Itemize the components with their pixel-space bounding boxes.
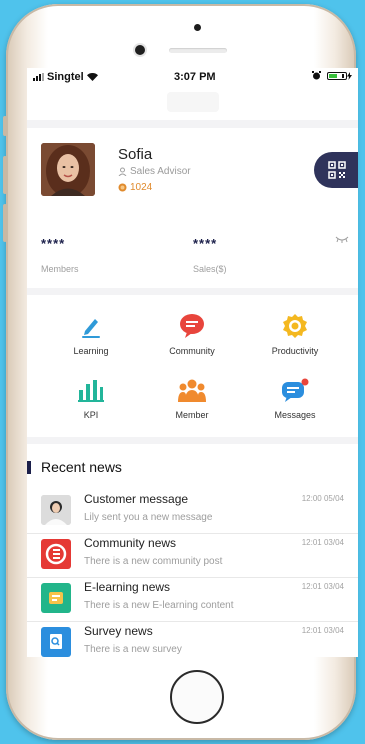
qr-code-button[interactable] bbox=[314, 152, 358, 188]
divider bbox=[27, 288, 358, 295]
volume-up-button bbox=[3, 156, 7, 194]
menu-item-messages[interactable]: Messages bbox=[245, 374, 345, 420]
pencil-icon bbox=[82, 319, 100, 338]
news-item-customer-message[interactable]: Customer message Lily sent you a new mes… bbox=[27, 489, 358, 534]
news-item-community[interactable]: Community news There is a new community … bbox=[27, 533, 358, 578]
menu-item-learning[interactable]: Learning bbox=[41, 310, 141, 356]
volume-down-button bbox=[3, 204, 7, 242]
points-value: 1024 bbox=[130, 182, 153, 193]
members-value: **** bbox=[41, 236, 66, 251]
survey-icon bbox=[41, 627, 71, 657]
news-section-title: Recent news bbox=[41, 459, 122, 475]
qr-code-icon bbox=[328, 161, 346, 179]
people-icon bbox=[178, 379, 206, 402]
menu-label: Member bbox=[175, 410, 209, 420]
news-subtitle: There is a new E-learning content bbox=[84, 600, 234, 611]
front-camera bbox=[135, 45, 145, 55]
user-name: Sofia bbox=[118, 146, 153, 163]
coin-icon bbox=[118, 183, 127, 192]
sensor-dot bbox=[194, 24, 201, 31]
chat-bubble-icon bbox=[180, 314, 204, 338]
status-time: 3:07 PM bbox=[174, 71, 216, 83]
menu-item-member[interactable]: Member bbox=[142, 374, 242, 420]
hide-values-eye-icon[interactable] bbox=[335, 236, 349, 243]
sales-label: Sales($) bbox=[193, 264, 227, 274]
menu-item-community[interactable]: Community bbox=[142, 310, 242, 356]
status-right bbox=[312, 71, 352, 80]
header-placeholder bbox=[167, 92, 219, 112]
status-bar: Singtel 3:07 PM bbox=[27, 68, 358, 86]
menu-label: Community bbox=[169, 346, 215, 356]
news-time: 12:01 03/04 bbox=[301, 582, 344, 591]
signal-icon bbox=[33, 73, 44, 81]
news-title: E-learning news bbox=[84, 580, 171, 594]
home-button[interactable] bbox=[170, 670, 224, 724]
news-item-elearning[interactable]: E-learning news There is a new E-learnin… bbox=[27, 577, 358, 622]
user-avatar-icon bbox=[41, 495, 71, 525]
mute-switch bbox=[3, 116, 7, 136]
app-screen: Singtel 3:07 PM Sofia Sales Advisor 1024… bbox=[27, 68, 358, 657]
news-title: Survey news bbox=[84, 624, 153, 638]
menu-item-kpi[interactable]: KPI bbox=[41, 374, 141, 420]
person-icon bbox=[118, 167, 127, 176]
charging-icon bbox=[347, 71, 352, 80]
carrier: Singtel bbox=[33, 71, 98, 83]
role-text: Sales Advisor bbox=[130, 166, 191, 177]
divider bbox=[27, 120, 358, 128]
avatar[interactable] bbox=[41, 143, 95, 196]
elearning-icon bbox=[41, 583, 71, 613]
divider bbox=[27, 437, 358, 444]
menu-item-productivity[interactable]: Productivity bbox=[245, 310, 345, 356]
feature-grid: Learning Community Productivity KPI Memb… bbox=[27, 297, 358, 437]
members-label: Members bbox=[41, 264, 79, 274]
bar-chart-icon bbox=[78, 380, 104, 402]
badge-icon bbox=[283, 314, 307, 338]
news-subtitle: Lily sent you a new message bbox=[84, 512, 213, 523]
message-icon bbox=[282, 378, 309, 402]
carrier-name: Singtel bbox=[47, 71, 84, 83]
news-subtitle: There is a new survey bbox=[84, 644, 182, 655]
news-item-survey[interactable]: Survey news There is a new survey 12:01 … bbox=[27, 621, 358, 657]
menu-label: KPI bbox=[83, 410, 99, 420]
battery-icon bbox=[327, 71, 347, 80]
profile-card: Sofia Sales Advisor 1024 **** Members **… bbox=[27, 128, 358, 288]
menu-label: Productivity bbox=[271, 346, 319, 356]
earpiece-speaker bbox=[169, 48, 227, 53]
news-time: 12:00 05/04 bbox=[301, 494, 344, 503]
news-time: 12:01 03/04 bbox=[301, 538, 344, 547]
news-title: Community news bbox=[84, 536, 177, 550]
community-logo-icon bbox=[41, 539, 71, 569]
sales-value: **** bbox=[193, 236, 218, 251]
news-subtitle: There is a new community post bbox=[84, 556, 223, 567]
menu-label: Messages bbox=[274, 410, 316, 420]
news-time: 12:01 03/04 bbox=[301, 626, 344, 635]
news-title: Customer message bbox=[84, 492, 189, 506]
user-points: 1024 bbox=[118, 182, 152, 193]
section-marker bbox=[27, 461, 31, 474]
menu-label: Learning bbox=[73, 346, 109, 356]
wifi-icon bbox=[86, 73, 98, 81]
alarm-icon bbox=[312, 71, 321, 80]
user-role: Sales Advisor bbox=[118, 166, 191, 177]
